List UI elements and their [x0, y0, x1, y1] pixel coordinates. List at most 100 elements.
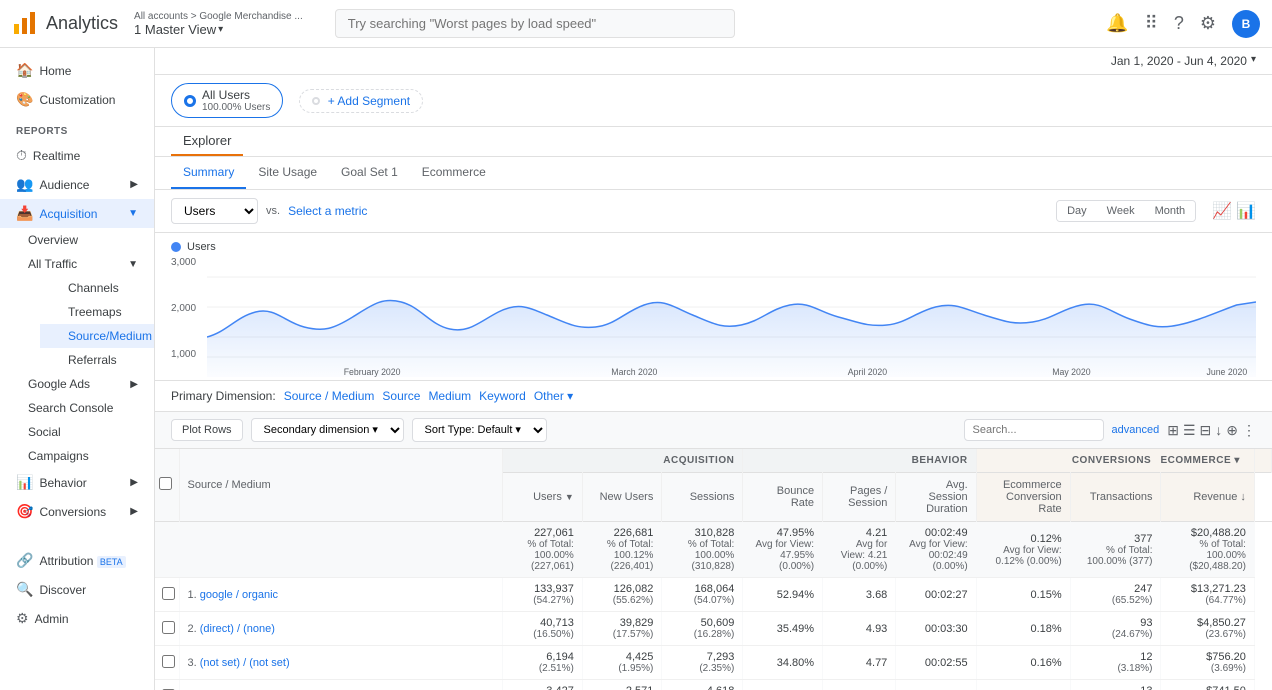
tab-summary[interactable]: Summary — [171, 157, 246, 189]
dim-source[interactable]: Source — [382, 389, 420, 403]
row-checkbox-1[interactable] — [155, 612, 179, 646]
dim-keyword[interactable]: Keyword — [479, 389, 526, 403]
date-range-arrow[interactable]: ▾ — [1251, 54, 1256, 68]
y-label-1000: 1,000 — [171, 349, 207, 360]
th-bounce-rate[interactable]: Bounce Rate — [743, 473, 823, 522]
sidebar-item-overview[interactable]: Overview — [0, 228, 154, 252]
plot-rows-button[interactable]: Plot Rows — [171, 419, 243, 441]
svg-text:May 2020: May 2020 — [1052, 367, 1090, 377]
th-ecommerce-rate[interactable]: Ecommerce Conversion Rate — [976, 473, 1070, 522]
advanced-link[interactable]: advanced — [1112, 424, 1160, 436]
tab-site-usage[interactable]: Site Usage — [246, 157, 329, 189]
acquisition-expand-icon: ▼ — [128, 208, 138, 219]
svg-text:March 2020: March 2020 — [611, 367, 657, 377]
sidebar-item-acquisition[interactable]: 📥 Acquisition ▼ — [0, 199, 154, 228]
breadcrumb: All accounts > Google Merchandise ... — [134, 11, 303, 22]
legend-dot — [171, 242, 181, 252]
dim-other[interactable]: Other ▾ — [534, 389, 573, 403]
settings-icon[interactable]: ⚙ — [1200, 13, 1216, 34]
sidebar-item-attribution[interactable]: 🔗 Attribution BETA — [0, 546, 154, 575]
sidebar-item-treemaps[interactable]: Treemaps — [40, 300, 154, 324]
table-icon-grid[interactable]: ⊞ — [1167, 422, 1179, 439]
row-bounce-3: 32.03% — [743, 680, 823, 690]
row-checkbox-0[interactable] — [155, 578, 179, 612]
sidebar-item-conversions[interactable]: 🎯 Conversions ▶ — [0, 497, 154, 526]
view-selector[interactable]: 1 Master View ▾ — [134, 22, 303, 37]
date-range[interactable]: Jan 1, 2020 - Jun 4, 2020 — [1111, 54, 1247, 68]
row-source-1: 2. (direct) / (none) — [179, 612, 503, 646]
time-btn-month[interactable]: Month — [1145, 201, 1196, 221]
sidebar-item-google-ads[interactable]: Google Ads ▶ — [0, 372, 154, 396]
totals-row: 227,061 % of Total: 100.00% (227,061) 22… — [155, 522, 1272, 578]
table-icon-pivot[interactable]: ⊟ — [1200, 422, 1212, 439]
sidebar-item-campaigns[interactable]: Campaigns — [0, 444, 154, 468]
row-avg-session-2: 00:02:55 — [896, 646, 976, 680]
table-icon-more[interactable]: ⋮ — [1242, 422, 1256, 439]
sidebar-item-admin[interactable]: ⚙ Admin — [0, 604, 154, 633]
bar-chart-icon[interactable]: 📊 — [1236, 201, 1256, 221]
dim-medium[interactable]: Medium — [428, 389, 471, 403]
tab-goal-set[interactable]: Goal Set 1 — [329, 157, 410, 189]
table-row: 4. google / cpc 3,427 (1.39%) 2,571 (1.1… — [155, 680, 1272, 690]
sidebar-item-source-medium[interactable]: Source/Medium — [40, 324, 154, 348]
table-search-input[interactable] — [964, 419, 1104, 441]
avatar[interactable]: B — [1232, 10, 1260, 38]
row-ecomm-rate-1: 0.18% — [976, 612, 1070, 646]
tab-ecommerce[interactable]: Ecommerce — [410, 157, 498, 189]
total-checkbox-cell — [155, 522, 179, 578]
sidebar-item-all-traffic[interactable]: All Traffic ▼ — [0, 252, 154, 276]
sidebar-item-search-console[interactable]: Search Console — [0, 396, 154, 420]
segment-chip-all-users[interactable]: All Users 100.00% Users — [171, 83, 283, 118]
time-btn-day[interactable]: Day — [1057, 201, 1097, 221]
tab-explorer[interactable]: Explorer — [171, 127, 243, 156]
th-sessions[interactable]: Sessions — [662, 473, 743, 522]
source-link-0[interactable]: google / organic — [200, 589, 278, 601]
metric-row: Users Sessions vs. Select a metric Day W… — [155, 190, 1272, 233]
select-all-checkbox[interactable] — [159, 477, 172, 490]
th-behavior-group: Behavior — [743, 449, 976, 473]
table-icon-share[interactable]: ⊕ — [1226, 422, 1238, 439]
sidebar-item-home[interactable]: 🏠 Home — [0, 56, 154, 85]
sidebar-label-admin: Admin — [35, 612, 69, 626]
sidebar-item-realtime[interactable]: ⏱ Realtime — [0, 141, 154, 170]
th-users[interactable]: Users ▼ — [503, 473, 583, 522]
th-new-users[interactable]: New Users — [582, 473, 662, 522]
sidebar-item-discover[interactable]: 🔍 Discover — [0, 575, 154, 604]
sidebar-item-referrals[interactable]: Referrals — [40, 348, 154, 372]
sidebar-item-channels[interactable]: Channels — [40, 276, 154, 300]
dim-source-medium[interactable]: Source / Medium — [284, 389, 375, 403]
row-checkbox-2[interactable] — [155, 646, 179, 680]
row-new-users-0: 126,082 (55.62%) — [582, 578, 662, 612]
metric-primary-dropdown[interactable]: Users Sessions — [171, 198, 258, 224]
source-link-1[interactable]: (direct) / (none) — [200, 623, 275, 635]
conversions-dropdown[interactable]: eCommerce ▾ — [1155, 453, 1246, 468]
sidebar-item-audience[interactable]: 👥 Audience ▶ — [0, 170, 154, 199]
secondary-dim-select[interactable]: Secondary dimension ▾ — [251, 418, 404, 442]
sidebar-item-customization[interactable]: 🎨 Customization — [0, 85, 154, 114]
th-transactions[interactable]: Transactions — [1070, 473, 1161, 522]
table-icon-download[interactable]: ↓ — [1215, 422, 1222, 439]
th-ecommerce-group — [1254, 449, 1271, 473]
source-link-2[interactable]: (not set) / (not set) — [200, 657, 290, 669]
search-input[interactable] — [335, 9, 735, 38]
notification-icon[interactable]: 🔔 — [1106, 13, 1128, 34]
table-icon-list[interactable]: ☰ — [1183, 422, 1196, 439]
row-avg-session-3: 00:03:36 — [896, 680, 976, 690]
apps-icon[interactable]: ⠿ — [1145, 13, 1158, 34]
sidebar-item-behavior[interactable]: 📊 Behavior ▶ — [0, 468, 154, 497]
th-avg-session[interactable]: Avg. Session Duration — [896, 473, 976, 522]
row-checkbox-3[interactable] — [155, 680, 179, 690]
table-icons: ⊞ ☰ ⊟ ↓ ⊕ ⋮ — [1167, 422, 1256, 439]
help-icon[interactable]: ? — [1174, 13, 1184, 34]
data-table-area: Source / Medium Acquisition Behavior Con… — [155, 449, 1272, 690]
app-title: Analytics — [46, 13, 118, 34]
sidebar-item-social[interactable]: Social — [0, 420, 154, 444]
select-metric-link[interactable]: Select a metric — [288, 204, 367, 218]
th-revenue[interactable]: Revenue ↓ — [1161, 473, 1254, 522]
row-source-3: 4. google / cpc — [179, 680, 503, 690]
sort-type-select[interactable]: Sort Type: Default ▾ — [412, 418, 547, 442]
add-segment-button[interactable]: + Add Segment — [299, 89, 423, 113]
th-pages-session[interactable]: Pages / Session — [823, 473, 896, 522]
line-chart-icon[interactable]: 📈 — [1212, 201, 1232, 221]
time-btn-week[interactable]: Week — [1097, 201, 1145, 221]
